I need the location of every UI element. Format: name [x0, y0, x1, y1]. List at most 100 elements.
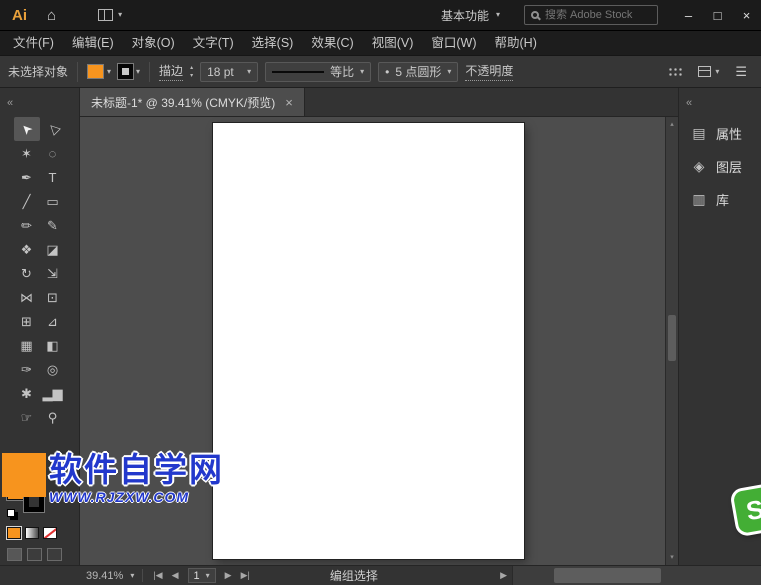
column-graph-tool[interactable]: ▂▆	[40, 381, 66, 405]
minimize-button[interactable]: –	[674, 0, 703, 30]
rotate-tool[interactable]: ↻	[14, 261, 40, 285]
fill-color-swatch	[87, 64, 104, 79]
home-icon[interactable]: ⌂	[37, 7, 66, 24]
shaper-tool[interactable]: ✎	[40, 213, 66, 237]
mesh-tool[interactable]: ▦	[14, 333, 40, 357]
first-artboard-button[interactable]: |◀	[153, 570, 162, 581]
illustrator-window: Ai ⌂ ▾ 基本功能 ▾ – □ × 文件(F) 编辑(E) 对象(O) 文字…	[0, 0, 761, 585]
brush-name: 5 点圆形	[395, 63, 441, 80]
dock-collapse-icon[interactable]: «	[679, 88, 761, 117]
color-button[interactable]	[7, 527, 21, 539]
shaper-tool-icon: ✎	[47, 219, 58, 232]
menu-window[interactable]: 窗口(W)	[422, 31, 485, 55]
scroll-down-icon[interactable]: ▾	[666, 554, 678, 561]
maximize-button[interactable]: □	[703, 0, 732, 30]
control-bar: 未选择对象 ▾ ▾ 描边 ▴ ▾ 18 pt ▾ 等比 ▾ • 5 点圆形 ▾	[0, 55, 761, 88]
rectangle-tool-icon: ▭	[46, 195, 58, 208]
blend-tool[interactable]: ◎	[40, 357, 66, 381]
type-tool[interactable]: T	[40, 165, 66, 189]
perspective-grid-tool[interactable]: ⊿	[40, 309, 66, 333]
menu-file[interactable]: 文件(F)	[4, 31, 63, 55]
hand-tool[interactable]: ☞	[14, 405, 40, 429]
zoom-level-value: 39.41%	[86, 570, 123, 582]
lasso-tool[interactable]: ◌	[40, 141, 66, 165]
align-icon[interactable]	[668, 67, 682, 77]
scroll-right-icon[interactable]: ▶	[495, 570, 512, 581]
workspace-label: 基本功能	[441, 7, 489, 24]
blob-brush-tool[interactable]: ❖	[14, 237, 40, 261]
eraser-tool[interactable]: ◪	[40, 237, 66, 261]
vertical-scrollbar[interactable]: ▴ ▾	[665, 117, 678, 565]
search-icon	[531, 11, 539, 19]
width-tool[interactable]: ⋈	[14, 285, 40, 309]
draw-inside-button[interactable]	[47, 548, 62, 561]
scale-tool-icon: ⇲	[47, 267, 58, 280]
stock-search-box[interactable]	[524, 5, 658, 25]
canvas-pasteboard[interactable]: ▴ ▾	[80, 117, 678, 565]
properties-panel-icon: ▤	[691, 125, 707, 142]
symbol-sprayer-tool[interactable]: ✱	[14, 381, 40, 405]
blend-tool-icon: ◎	[47, 363, 58, 376]
document-tab[interactable]: 未标题-1* @ 39.41% (CMYK/预览) ×	[80, 88, 305, 116]
vertical-scrollbar-thumb[interactable]	[668, 315, 676, 361]
free-transform-tool[interactable]: ⊡	[40, 285, 66, 309]
default-colors-icon[interactable]	[7, 509, 18, 520]
panel-options-button[interactable]: ▾	[698, 66, 719, 77]
menu-type[interactable]: 文字(T)	[184, 31, 243, 55]
stroke-panel-link[interactable]: 描边	[159, 62, 183, 81]
panel-tab-properties[interactable]: ▤ 属性	[679, 117, 761, 150]
paintbrush-tool[interactable]: ✏	[14, 213, 40, 237]
none-button[interactable]	[43, 527, 57, 539]
artboard[interactable]	[213, 123, 524, 559]
stroke-weight-dropdown[interactable]: 18 pt ▾	[200, 62, 258, 82]
control-panel-menu-icon[interactable]: ☰	[735, 64, 747, 80]
shape-builder-tool[interactable]: ⊞	[14, 309, 40, 333]
line-segment-tool[interactable]: ╱	[14, 189, 40, 213]
zoom-level-dropdown[interactable]: 39.41% ▾	[86, 570, 142, 582]
opacity-link[interactable]: 不透明度	[465, 62, 513, 81]
gradient-tool[interactable]: ◧	[40, 333, 66, 357]
tab-close-icon[interactable]: ×	[285, 96, 293, 109]
draw-behind-button[interactable]	[27, 548, 42, 561]
arrange-documents-button[interactable]: ▾	[92, 9, 128, 21]
last-artboard-button[interactable]: ▶|	[241, 570, 250, 581]
direct-selection-tool[interactable]: ▷	[40, 117, 66, 141]
width-profile-dropdown[interactable]: 等比 ▾	[265, 62, 371, 82]
menu-edit[interactable]: 编辑(E)	[63, 31, 123, 55]
rectangle-tool[interactable]: ▭	[40, 189, 66, 213]
menu-select[interactable]: 选择(S)	[243, 31, 303, 55]
pen-tool[interactable]: ✒	[14, 165, 40, 189]
close-button[interactable]: ×	[732, 0, 761, 30]
magic-wand-tool[interactable]: ✶	[14, 141, 40, 165]
menu-object[interactable]: 对象(O)	[123, 31, 184, 55]
horizontal-scrollbar[interactable]	[512, 566, 761, 585]
scroll-up-icon[interactable]: ▴	[666, 121, 678, 128]
document-tab-title: 未标题-1* @ 39.41% (CMYK/预览)	[91, 94, 275, 111]
chevron-down-icon: ▾	[715, 68, 719, 76]
stroke-swatch[interactable]	[24, 492, 44, 512]
menu-view[interactable]: 视图(V)	[363, 31, 423, 55]
horizontal-scrollbar-thumb[interactable]	[554, 568, 661, 583]
menu-help[interactable]: 帮助(H)	[486, 31, 546, 55]
zoom-tool[interactable]: ⚲	[40, 405, 66, 429]
panel-tab-libraries[interactable]: ▥ 库	[679, 183, 761, 216]
artboard-number-dropdown[interactable]: 1 ▾	[188, 568, 216, 583]
menu-effect[interactable]: 效果(C)	[302, 31, 362, 55]
search-input[interactable]	[545, 9, 651, 21]
toolbar-collapse-icon[interactable]: «	[0, 88, 79, 117]
gradient-button[interactable]	[25, 527, 39, 539]
draw-normal-button[interactable]	[7, 548, 22, 561]
stroke-weight-stepper[interactable]: ▴ ▾	[190, 65, 193, 79]
brush-definition-dropdown[interactable]: • 5 点圆形 ▾	[378, 62, 458, 82]
app-logo: Ai	[0, 7, 37, 24]
symbol-sprayer-tool-icon: ✱	[21, 387, 32, 400]
panel-tab-layers[interactable]: ◈ 图层	[679, 150, 761, 183]
stroke-color-control[interactable]: ▾	[118, 64, 140, 79]
workspace-switcher[interactable]: 基本功能 ▾	[441, 7, 500, 24]
previous-artboard-button[interactable]: ◀	[172, 570, 179, 581]
scale-tool[interactable]: ⇲	[40, 261, 66, 285]
next-artboard-button[interactable]: ▶	[225, 570, 232, 581]
eyedropper-tool[interactable]: ✑	[14, 357, 40, 381]
selection-tool[interactable]: ➤	[14, 117, 40, 141]
fill-color-control[interactable]: ▾	[87, 64, 111, 79]
